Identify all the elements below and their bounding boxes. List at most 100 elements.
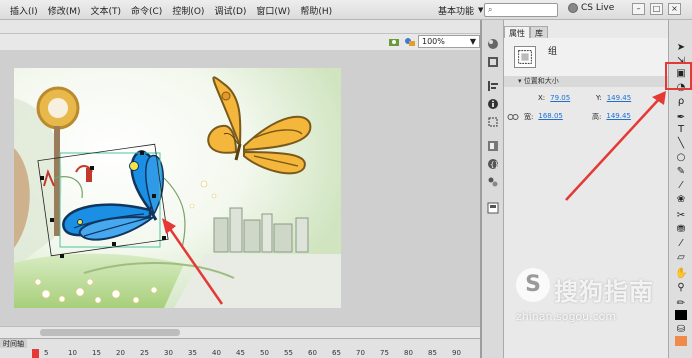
bone-tool-icon[interactable]: ✂ xyxy=(675,210,687,222)
zoom-select[interactable]: 100% ▼ xyxy=(418,35,480,48)
watermark-title: 搜狗指南 xyxy=(554,278,654,306)
hand-tool-icon[interactable]: ✋ xyxy=(675,268,687,280)
selection-tool-icon[interactable]: ➤ xyxy=(675,42,687,54)
pencil-tool-icon[interactable]: ✎ xyxy=(675,166,687,178)
x-label: X: xyxy=(538,94,546,102)
motion-presets-panel-icon[interactable] xyxy=(487,176,499,188)
position-size-section[interactable]: ▾ 位置和大小 xyxy=(504,76,668,87)
window-controls: – □ × xyxy=(632,3,681,15)
frame-number: 70 xyxy=(356,349,365,357)
stage-canvas[interactable] xyxy=(14,68,341,308)
scene-tools xyxy=(388,36,416,48)
cs-live-icon xyxy=(568,3,578,13)
timeline-tab[interactable]: 时间轴 xyxy=(0,339,27,348)
menu-window[interactable]: 窗口(W) xyxy=(256,4,290,17)
tab-library[interactable]: 库 xyxy=(530,26,548,38)
y-label: Y: xyxy=(596,94,602,102)
stroke-color-swatch[interactable] xyxy=(675,310,687,320)
paint-bucket-tool-icon[interactable]: ⛃ xyxy=(675,224,687,236)
workspace-switcher[interactable]: 基本功能 ▼ xyxy=(438,3,483,17)
frame-number: 75 xyxy=(380,349,389,357)
group-instance-icon xyxy=(514,46,536,68)
menu-commands[interactable]: 命令(C) xyxy=(131,4,162,17)
timeline-panel: 时间轴 5 10 15 20 25 30 35 40 45 50 55 60 6… xyxy=(0,338,480,358)
frame-number: 50 xyxy=(260,349,269,357)
frame-number: 40 xyxy=(212,349,221,357)
library-panel-icon[interactable] xyxy=(487,202,499,214)
menu-items: 插入(I) 修改(M) 文本(T) 命令(C) 控制(O) 调试(D) 窗口(W… xyxy=(10,4,332,17)
frame-number: 55 xyxy=(284,349,293,357)
info-panel-icon[interactable] xyxy=(487,98,499,110)
horizontal-scrollbar[interactable] xyxy=(0,326,480,338)
watermark: S 搜狗指南 zhinan.sogou.com xyxy=(516,266,676,326)
width-row: 宽: 168.05 xyxy=(524,112,563,122)
height-value[interactable]: 149.45 xyxy=(606,112,631,122)
height-label: 高: xyxy=(592,113,602,121)
zoom-tool-icon[interactable]: ⚲ xyxy=(675,282,687,294)
chevron-down-icon: ▼ xyxy=(478,6,484,14)
frame-number: 35 xyxy=(188,349,197,357)
panel-dock: {} xyxy=(482,20,504,358)
menu-control[interactable]: 控制(O) xyxy=(172,4,204,17)
document-tab-bar xyxy=(0,20,482,34)
menu-insert[interactable]: 插入(I) xyxy=(10,4,38,17)
rectangle-tool-icon[interactable]: ○ xyxy=(675,152,687,164)
height-row: 高: 149.45 xyxy=(592,112,631,122)
y-value[interactable]: 149.45 xyxy=(607,94,632,102)
eraser-tool-icon[interactable]: ▱ xyxy=(675,252,687,264)
deco-tool-icon[interactable]: ❀ xyxy=(675,194,687,206)
cs-live-button[interactable]: CS Live xyxy=(568,3,614,13)
frame-number: 25 xyxy=(140,349,149,357)
object-type-label: 组 xyxy=(548,47,558,57)
edit-symbols-icon[interactable] xyxy=(404,36,416,48)
width-label: 宽: xyxy=(524,113,534,121)
menu-bar: 插入(I) 修改(M) 文本(T) 命令(C) 控制(O) 调试(D) 窗口(W… xyxy=(0,0,692,20)
frame-number: 5 xyxy=(44,349,49,357)
stroke-color-icon[interactable]: ✏ xyxy=(675,298,687,310)
code-snippets-panel-icon[interactable]: {} xyxy=(487,158,499,170)
menu-text[interactable]: 文本(T) xyxy=(90,4,121,17)
menu-help[interactable]: 帮助(H) xyxy=(300,4,332,17)
eyedropper-tool-icon[interactable]: ⁄ xyxy=(675,238,687,250)
frame-number: 85 xyxy=(428,349,437,357)
width-value[interactable]: 168.05 xyxy=(538,112,563,122)
tab-properties[interactable]: 属性 xyxy=(504,26,530,38)
text-tool-icon[interactable]: T xyxy=(675,124,687,136)
line-tool-icon[interactable]: ╲ xyxy=(675,138,687,150)
annotation-highlight-box xyxy=(665,62,692,90)
frame-number: 45 xyxy=(236,349,245,357)
x-row: X: 79.05 xyxy=(538,94,570,102)
close-button[interactable]: × xyxy=(668,3,681,15)
fill-color-icon[interactable]: ⛁ xyxy=(675,324,687,336)
scrollbar-thumb[interactable] xyxy=(40,329,180,336)
search-icon: ⌕ xyxy=(488,5,493,14)
color-panel-icon[interactable] xyxy=(487,38,499,50)
menu-modify[interactable]: 修改(M) xyxy=(48,4,81,17)
zoom-value: 100% xyxy=(422,37,445,46)
frame-number: 30 xyxy=(164,349,173,357)
edit-scene-icon[interactable] xyxy=(388,36,400,48)
frame-ruler: 5 10 15 20 25 30 35 40 45 50 55 60 65 70… xyxy=(44,349,476,357)
menu-debug[interactable]: 调试(D) xyxy=(214,4,246,17)
frame-number: 65 xyxy=(332,349,341,357)
lasso-tool-icon[interactable]: ρ xyxy=(675,96,687,108)
swatches-panel-icon[interactable] xyxy=(487,56,499,68)
sogou-logo-icon: S xyxy=(516,268,550,302)
minimize-button[interactable]: – xyxy=(632,3,645,15)
help-search-input[interactable]: ⌕ xyxy=(484,3,558,17)
pen-tool-icon[interactable]: ✒ xyxy=(675,112,687,124)
playhead[interactable] xyxy=(32,349,39,358)
section-title: 位置和大小 xyxy=(523,77,559,85)
transform-panel-icon[interactable] xyxy=(487,116,499,128)
watermark-url: zhinan.sogou.com xyxy=(516,310,617,323)
components-panel-icon[interactable] xyxy=(487,140,499,152)
align-panel-icon[interactable] xyxy=(487,80,499,92)
properties-tabs: 属性 库 xyxy=(504,26,548,38)
cs-live-label: CS Live xyxy=(581,3,615,13)
maximize-button[interactable]: □ xyxy=(650,3,663,15)
brush-tool-icon[interactable]: ⁄ xyxy=(675,180,687,192)
svg-text:{}: {} xyxy=(490,161,499,169)
x-value[interactable]: 79.05 xyxy=(550,94,570,102)
lock-ratio-icon[interactable] xyxy=(507,112,519,122)
fill-color-swatch[interactable] xyxy=(675,336,687,346)
